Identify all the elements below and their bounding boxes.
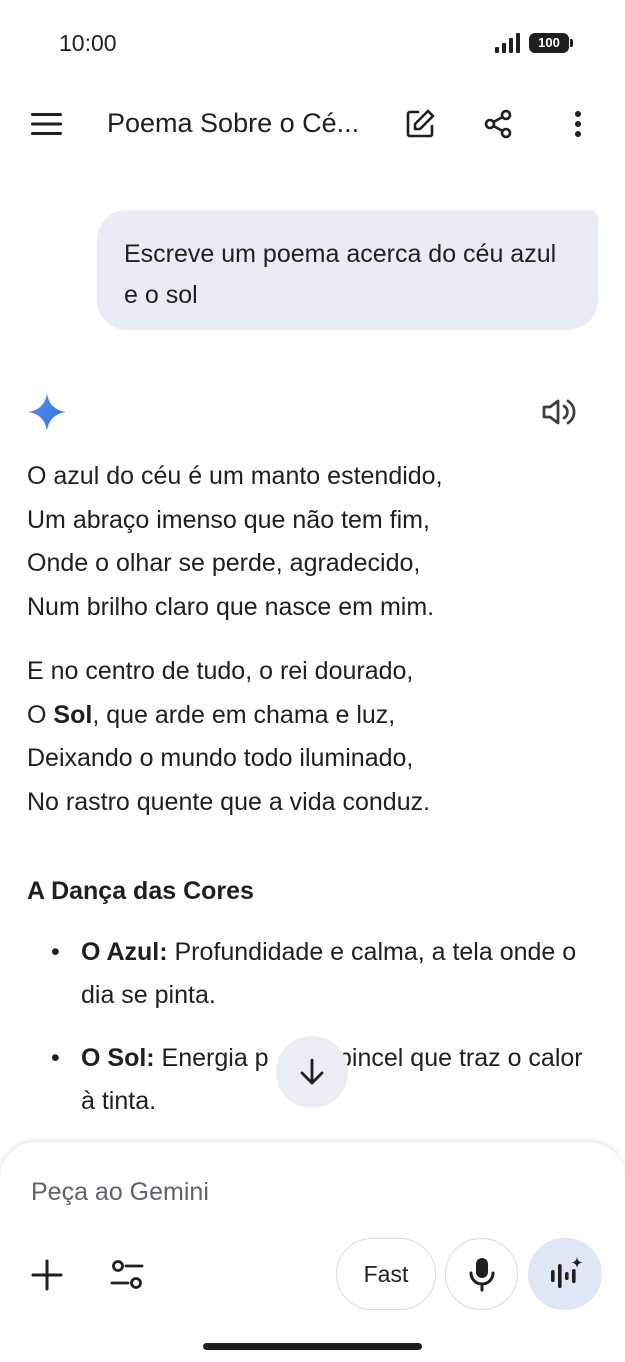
model-mode-button[interactable]: Fast (336, 1238, 436, 1310)
prompt-panel: Fast (0, 1142, 625, 1362)
menu-button[interactable] (23, 100, 71, 148)
home-indicator[interactable] (203, 1343, 422, 1350)
more-vert-icon (575, 111, 581, 137)
poem-line: Um abraço imenso que não tem fim, (27, 505, 430, 534)
tools-icon (110, 1260, 144, 1289)
poem-line-suffix: , que arde em chama e luz, (92, 700, 396, 729)
poem-line: E no centro de tudo, o rei dourado, (27, 657, 414, 685)
signal-icon (495, 33, 520, 53)
share-button[interactable] (474, 100, 522, 148)
poem-line: Num brilho claro que nasce em mim. (27, 592, 435, 621)
poem-line: O Sol, que arde em chama e luz, (27, 694, 602, 738)
plus-icon (31, 1259, 63, 1291)
battery-level: 100 (538, 35, 560, 50)
read-aloud-button[interactable] (536, 390, 580, 434)
menu-icon (31, 113, 62, 135)
speaker-icon (542, 399, 576, 425)
poem-line: O azul do céu é um manto estendido, (27, 462, 443, 490)
share-icon (484, 109, 512, 139)
poem-line: No rastro quente que a vida conduz. (27, 787, 431, 816)
poem-bold-word: Sol (53, 700, 93, 729)
live-icon (551, 1257, 583, 1288)
status-bar: 10:00 100 (0, 0, 625, 86)
gemini-sparkle-icon (28, 393, 66, 431)
edit-icon (406, 109, 435, 138)
user-message-bubble: Escreve um poema acerca do céu azul e o … (97, 210, 598, 330)
new-chat-button[interactable] (396, 100, 444, 148)
user-message-text: Escreve um poema acerca do céu azul e o … (124, 240, 557, 309)
poem-line: Onde o olhar se perde, agradecido, (27, 549, 421, 577)
gemini-live-button[interactable] (528, 1238, 602, 1310)
bullet-label: O Azul: (81, 937, 168, 966)
scroll-to-bottom-button[interactable] (276, 1036, 348, 1108)
status-time: 10:00 (59, 30, 117, 56)
poem-stanza-1: O azul do céu é um manto estendido, Um a… (27, 455, 602, 629)
add-attachment-button[interactable] (24, 1252, 70, 1298)
top-app-bar: Poema Sobre o Cé... (0, 86, 625, 162)
mic-icon (469, 1258, 494, 1292)
poem-stanza-2: E no centro de tudo, o rei dourado, O So… (27, 650, 602, 824)
section-heading: A Dança das Cores (27, 877, 254, 905)
poem-line: Deixando o mundo todo iluminado, (27, 744, 414, 772)
bullet-item: O Azul: Profundidade e calma, a tela ond… (27, 931, 602, 1018)
tools-button[interactable] (104, 1252, 150, 1298)
arrow-down-icon (300, 1058, 324, 1085)
model-mode-label: Fast (363, 1260, 409, 1287)
chat-title[interactable]: Poema Sobre o Cé... (107, 108, 359, 139)
poem-line-prefix: O (27, 700, 54, 729)
more-options-button[interactable] (554, 100, 602, 148)
bullet-label: O Sol: (81, 1043, 155, 1072)
voice-input-button[interactable] (445, 1238, 518, 1310)
battery-icon: 100 (529, 33, 573, 53)
prompt-input[interactable] (31, 1178, 591, 1207)
